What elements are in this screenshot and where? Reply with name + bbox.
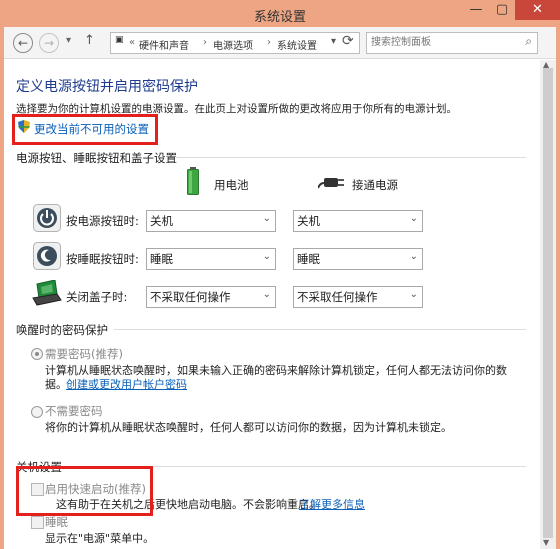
admin-shield-icon [18,120,30,133]
sleep-checkbox[interactable] [31,516,44,529]
chevron-down-icon: ⌄ [262,289,271,300]
search-box[interactable]: ⌕ [366,32,538,54]
breadcrumb-hardware-sound[interactable]: 硬件和声音 [139,37,189,52]
power-button-label: 按电源按钮时: [66,214,139,228]
chevron-down-icon: ⌄ [409,251,418,262]
laptop-lid-icon [31,279,63,306]
power-button-battery-select[interactable]: 关机 ⌄ [146,210,276,232]
no-password-radio[interactable] [31,406,43,418]
control-panel-icon: ▣ [115,35,124,45]
account-password-link[interactable]: 创建或更改用户帐户密码 [66,376,187,392]
power-button-icon [33,204,61,232]
no-password-label: 不需要密码 [45,404,103,418]
breadcrumb-system-settings[interactable]: 系统设置 [277,37,317,52]
address-dropdown-icon[interactable]: ▾ [331,36,336,47]
chevron-down-icon: ⌄ [262,213,271,224]
refresh-icon[interactable]: ⟳ [342,33,354,49]
address-bar[interactable]: ▣ « 硬件和声音 › 电源选项 › 系统设置 ▾ [110,32,360,54]
plugged-in-column-label: 接通电源 [352,178,398,192]
close-lid-label: 关闭盖子时: [66,290,128,304]
breadcrumb-power-options[interactable]: 电源选项 [213,37,253,52]
require-password-radio[interactable] [31,348,43,360]
highlight-box-fast-startup [16,466,153,516]
power-plug-icon [317,174,346,190]
sleep-button-plugged-select[interactable]: 睡眠 ⌄ [293,248,423,270]
no-password-description: 将你的计算机从睡眠状态唤醒时，任何人都可以访问你的数据，因为计算机未锁定。 [45,421,452,434]
wake-section-title: 唤醒时的密码保护 [16,323,108,337]
breadcrumb-separator: « [129,37,136,48]
power-section-title: 电源按钮、睡眠按钮和盖子设置 [16,151,177,165]
sleep-label: 睡眠 [45,515,68,529]
chevron-down-icon: ⌄ [409,213,418,224]
scroll-down-arrow[interactable]: ▼ [543,538,549,547]
sleep-button-icon [33,242,61,270]
close-lid-battery-select[interactable]: 不采取任何操作 ⌄ [146,286,276,308]
require-password-description-continued: 据。 [45,378,67,391]
minimize-button[interactable]: — [463,0,489,20]
learn-more-link[interactable]: 了解更多信息 [299,496,365,512]
scrollbar-thumb[interactable] [543,68,553,538]
search-input[interactable] [371,33,511,51]
close-lid-plugged-select[interactable]: 不采取任何操作 ⌄ [293,286,423,308]
back-button[interactable]: ← [13,33,33,53]
sleep-button-battery-select[interactable]: 睡眠 ⌄ [146,248,276,270]
require-password-label: 需要密码(推荐) [45,347,123,361]
battery-column-label: 用电池 [214,178,249,192]
battery-icon [187,167,199,195]
chevron-down-icon: ⌄ [409,289,418,300]
window-frame-right [556,27,560,549]
maximize-button[interactable]: ▢ [489,0,515,20]
forward-button[interactable]: → [39,33,59,53]
search-icon[interactable]: ⌕ [525,34,532,49]
up-button[interactable]: ↑ [84,33,95,48]
close-button[interactable]: ✕ [515,0,560,20]
page-title: 定义电源按钮并启用密码保护 [16,79,198,95]
change-unavailable-settings-link[interactable]: 更改当前不可用的设置 [34,121,149,137]
window-frame-left [0,27,4,549]
scroll-up-arrow[interactable]: ▲ [543,60,549,69]
recent-pages-icon[interactable]: ▾ [66,35,71,46]
chevron-down-icon: ⌄ [262,251,271,262]
sleep-description: 显示在"电源"菜单中。 [45,532,155,545]
power-button-plugged-select[interactable]: 关机 ⌄ [293,210,423,232]
sleep-button-label: 按睡眠按钮时: [66,252,139,266]
